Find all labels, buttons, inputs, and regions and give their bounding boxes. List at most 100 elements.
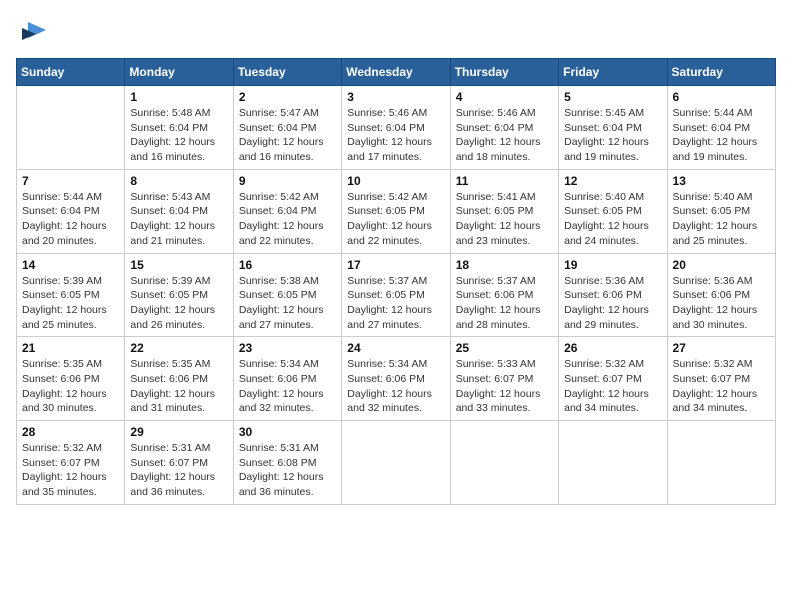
day-info: Sunrise: 5:31 AM Sunset: 6:08 PM Dayligh… <box>239 441 336 500</box>
day-info: Sunrise: 5:45 AM Sunset: 6:04 PM Dayligh… <box>564 106 661 165</box>
calendar-cell: 2 Sunrise: 5:47 AM Sunset: 6:04 PM Dayli… <box>233 86 341 170</box>
sunset: Sunset: 6:04 PM <box>22 205 100 217</box>
daylight: Daylight: 12 hours and 29 minutes. <box>564 304 649 331</box>
day-number: 24 <box>347 341 444 355</box>
daylight: Daylight: 12 hours and 25 minutes. <box>673 220 758 247</box>
day-info: Sunrise: 5:40 AM Sunset: 6:05 PM Dayligh… <box>564 190 661 249</box>
calendar-table: SundayMondayTuesdayWednesdayThursdayFrid… <box>16 58 776 505</box>
day-number: 4 <box>456 90 553 104</box>
daylight: Daylight: 12 hours and 27 minutes. <box>239 304 324 331</box>
sunrise: Sunrise: 5:42 AM <box>239 191 319 203</box>
day-info: Sunrise: 5:32 AM Sunset: 6:07 PM Dayligh… <box>22 441 119 500</box>
day-number: 21 <box>22 341 119 355</box>
day-info: Sunrise: 5:42 AM Sunset: 6:04 PM Dayligh… <box>239 190 336 249</box>
day-number: 30 <box>239 425 336 439</box>
day-info: Sunrise: 5:32 AM Sunset: 6:07 PM Dayligh… <box>673 357 770 416</box>
sunrise: Sunrise: 5:39 AM <box>22 275 102 287</box>
sunset: Sunset: 6:07 PM <box>456 373 534 385</box>
calendar-week-row: 14 Sunrise: 5:39 AM Sunset: 6:05 PM Dayl… <box>17 253 776 337</box>
calendar-cell: 8 Sunrise: 5:43 AM Sunset: 6:04 PM Dayli… <box>125 169 233 253</box>
calendar-cell: 23 Sunrise: 5:34 AM Sunset: 6:06 PM Dayl… <box>233 337 341 421</box>
calendar-cell: 25 Sunrise: 5:33 AM Sunset: 6:07 PM Dayl… <box>450 337 558 421</box>
calendar-header-thursday: Thursday <box>450 59 558 86</box>
daylight: Daylight: 12 hours and 30 minutes. <box>673 304 758 331</box>
day-number: 15 <box>130 258 227 272</box>
day-info: Sunrise: 5:31 AM Sunset: 6:07 PM Dayligh… <box>130 441 227 500</box>
daylight: Daylight: 12 hours and 19 minutes. <box>673 136 758 163</box>
calendar-cell: 18 Sunrise: 5:37 AM Sunset: 6:06 PM Dayl… <box>450 253 558 337</box>
day-number: 23 <box>239 341 336 355</box>
sunrise: Sunrise: 5:40 AM <box>673 191 753 203</box>
daylight: Daylight: 12 hours and 16 minutes. <box>239 136 324 163</box>
sunrise: Sunrise: 5:39 AM <box>130 275 210 287</box>
calendar-cell: 6 Sunrise: 5:44 AM Sunset: 6:04 PM Dayli… <box>667 86 775 170</box>
sunrise: Sunrise: 5:40 AM <box>564 191 644 203</box>
day-number: 8 <box>130 174 227 188</box>
day-info: Sunrise: 5:41 AM Sunset: 6:05 PM Dayligh… <box>456 190 553 249</box>
sunrise: Sunrise: 5:44 AM <box>673 107 753 119</box>
sunrise: Sunrise: 5:46 AM <box>456 107 536 119</box>
day-info: Sunrise: 5:44 AM Sunset: 6:04 PM Dayligh… <box>673 106 770 165</box>
daylight: Daylight: 12 hours and 19 minutes. <box>564 136 649 163</box>
day-info: Sunrise: 5:37 AM Sunset: 6:06 PM Dayligh… <box>456 274 553 333</box>
calendar-header-tuesday: Tuesday <box>233 59 341 86</box>
calendar-cell: 5 Sunrise: 5:45 AM Sunset: 6:04 PM Dayli… <box>559 86 667 170</box>
calendar-cell: 21 Sunrise: 5:35 AM Sunset: 6:06 PM Dayl… <box>17 337 125 421</box>
daylight: Daylight: 12 hours and 32 minutes. <box>239 388 324 415</box>
day-info: Sunrise: 5:47 AM Sunset: 6:04 PM Dayligh… <box>239 106 336 165</box>
day-number: 17 <box>347 258 444 272</box>
calendar-cell: 15 Sunrise: 5:39 AM Sunset: 6:05 PM Dayl… <box>125 253 233 337</box>
calendar-cell: 24 Sunrise: 5:34 AM Sunset: 6:06 PM Dayl… <box>342 337 450 421</box>
calendar-cell: 14 Sunrise: 5:39 AM Sunset: 6:05 PM Dayl… <box>17 253 125 337</box>
sunrise: Sunrise: 5:37 AM <box>347 275 427 287</box>
daylight: Daylight: 12 hours and 17 minutes. <box>347 136 432 163</box>
calendar-cell: 27 Sunrise: 5:32 AM Sunset: 6:07 PM Dayl… <box>667 337 775 421</box>
day-info: Sunrise: 5:33 AM Sunset: 6:07 PM Dayligh… <box>456 357 553 416</box>
day-info: Sunrise: 5:36 AM Sunset: 6:06 PM Dayligh… <box>564 274 661 333</box>
logo-icon <box>18 18 46 46</box>
daylight: Daylight: 12 hours and 28 minutes. <box>456 304 541 331</box>
sunset: Sunset: 6:04 PM <box>239 205 317 217</box>
calendar-cell <box>342 421 450 505</box>
calendar-cell: 22 Sunrise: 5:35 AM Sunset: 6:06 PM Dayl… <box>125 337 233 421</box>
sunset: Sunset: 6:04 PM <box>564 122 642 134</box>
sunrise: Sunrise: 5:43 AM <box>130 191 210 203</box>
sunset: Sunset: 6:04 PM <box>347 122 425 134</box>
day-number: 6 <box>673 90 770 104</box>
calendar-week-row: 28 Sunrise: 5:32 AM Sunset: 6:07 PM Dayl… <box>17 421 776 505</box>
sunset: Sunset: 6:05 PM <box>239 289 317 301</box>
daylight: Daylight: 12 hours and 36 minutes. <box>239 471 324 498</box>
sunset: Sunset: 6:07 PM <box>22 457 100 469</box>
calendar-cell <box>559 421 667 505</box>
calendar-header-saturday: Saturday <box>667 59 775 86</box>
sunset: Sunset: 6:04 PM <box>130 122 208 134</box>
sunset: Sunset: 6:05 PM <box>22 289 100 301</box>
sunset: Sunset: 6:07 PM <box>673 373 751 385</box>
daylight: Daylight: 12 hours and 33 minutes. <box>456 388 541 415</box>
sunset: Sunset: 6:06 PM <box>673 289 751 301</box>
sunrise: Sunrise: 5:31 AM <box>239 442 319 454</box>
sunrise: Sunrise: 5:44 AM <box>22 191 102 203</box>
sunrise: Sunrise: 5:36 AM <box>564 275 644 287</box>
sunrise: Sunrise: 5:34 AM <box>239 358 319 370</box>
sunrise: Sunrise: 5:46 AM <box>347 107 427 119</box>
day-number: 3 <box>347 90 444 104</box>
daylight: Daylight: 12 hours and 35 minutes. <box>22 471 107 498</box>
day-info: Sunrise: 5:35 AM Sunset: 6:06 PM Dayligh… <box>130 357 227 416</box>
daylight: Daylight: 12 hours and 36 minutes. <box>130 471 215 498</box>
sunset: Sunset: 6:06 PM <box>130 373 208 385</box>
calendar-cell: 19 Sunrise: 5:36 AM Sunset: 6:06 PM Dayl… <box>559 253 667 337</box>
sunrise: Sunrise: 5:32 AM <box>564 358 644 370</box>
sunset: Sunset: 6:05 PM <box>564 205 642 217</box>
daylight: Daylight: 12 hours and 31 minutes. <box>130 388 215 415</box>
day-info: Sunrise: 5:34 AM Sunset: 6:06 PM Dayligh… <box>347 357 444 416</box>
sunrise: Sunrise: 5:33 AM <box>456 358 536 370</box>
sunset: Sunset: 6:04 PM <box>239 122 317 134</box>
calendar-cell: 26 Sunrise: 5:32 AM Sunset: 6:07 PM Dayl… <box>559 337 667 421</box>
calendar-header-sunday: Sunday <box>17 59 125 86</box>
sunset: Sunset: 6:06 PM <box>347 373 425 385</box>
calendar-header-wednesday: Wednesday <box>342 59 450 86</box>
sunset: Sunset: 6:05 PM <box>130 289 208 301</box>
day-info: Sunrise: 5:46 AM Sunset: 6:04 PM Dayligh… <box>456 106 553 165</box>
daylight: Daylight: 12 hours and 24 minutes. <box>564 220 649 247</box>
